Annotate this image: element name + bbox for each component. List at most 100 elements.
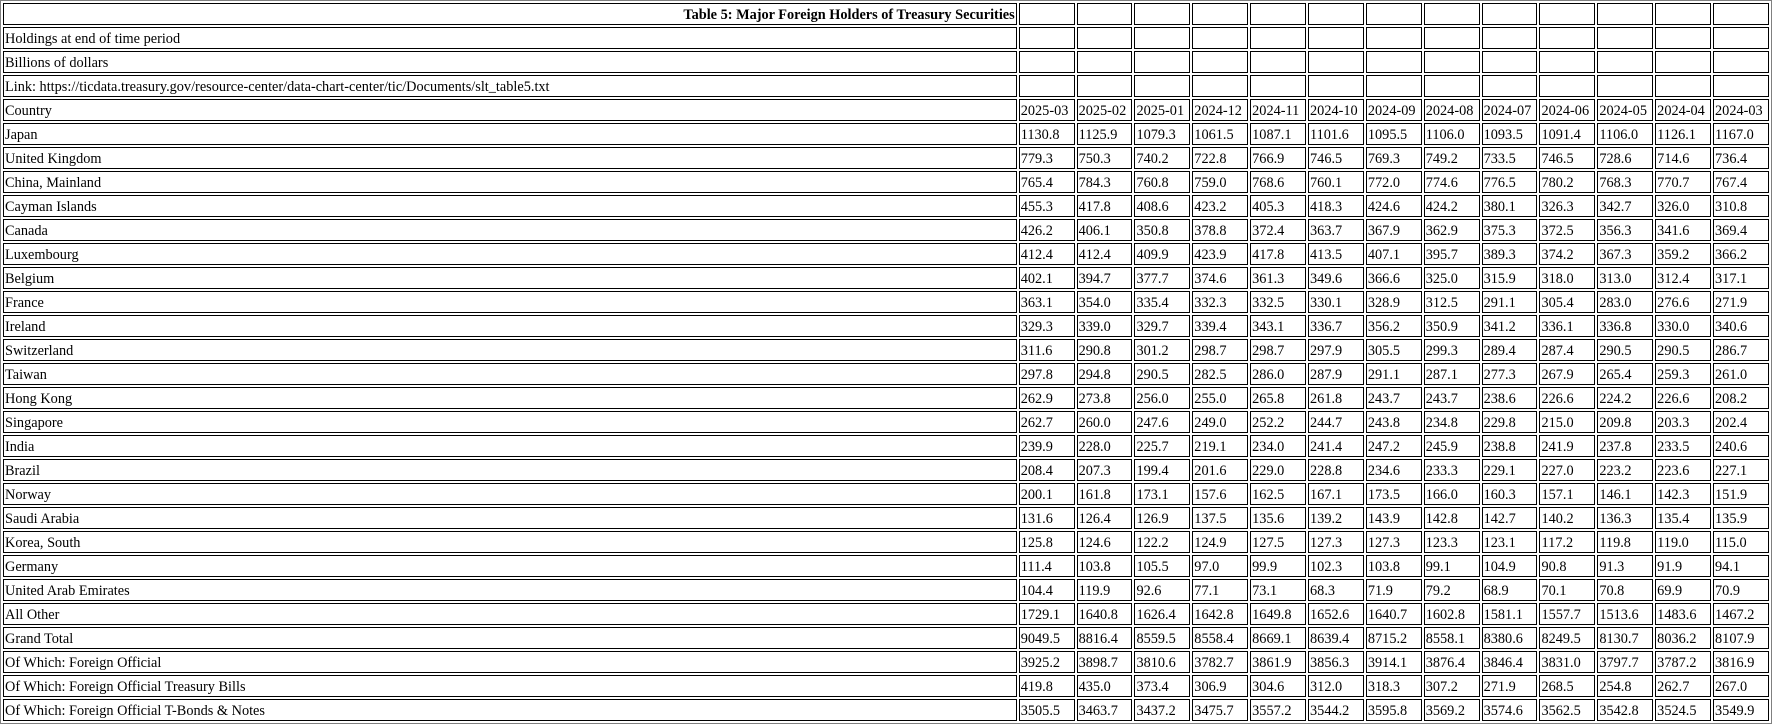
- empty-cell: [1539, 27, 1596, 49]
- table-cell-value: 3876.4: [1423, 651, 1480, 673]
- table-cell-value: 423.2: [1192, 195, 1249, 217]
- empty-cell: [1365, 27, 1422, 49]
- table-cell-value: 262.7: [1655, 675, 1712, 697]
- table-cell-value: 207.3: [1076, 459, 1133, 481]
- table-cell-value: 1581.1: [1481, 603, 1538, 625]
- table-cell-value: 343.1: [1250, 315, 1307, 337]
- table-cell-value: 318.0: [1539, 267, 1596, 289]
- table-cell-value: 1642.8: [1192, 603, 1249, 625]
- note-units: Billions of dollars: [3, 51, 1017, 73]
- empty-cell: [1423, 27, 1480, 49]
- table-cell-value: 282.5: [1192, 363, 1249, 385]
- table-cell-value: 8380.6: [1481, 627, 1538, 649]
- table-cell-value: 335.4: [1134, 291, 1191, 313]
- table-cell-value: 131.6: [1018, 507, 1075, 529]
- empty-cell: [1076, 3, 1133, 25]
- table-cell-value: 765.4: [1018, 171, 1075, 193]
- table-cell-value: 261.0: [1713, 363, 1769, 385]
- table-cell-value: 412.4: [1018, 243, 1075, 265]
- empty-cell: [1250, 75, 1307, 97]
- table-cell-value: 412.4: [1076, 243, 1133, 265]
- table-cell-value: 8639.4: [1308, 627, 1364, 649]
- table-cell-value: 1130.8: [1018, 123, 1075, 145]
- table-cell-value: 69.9: [1655, 579, 1712, 601]
- table-cell-value: 367.3: [1597, 243, 1654, 265]
- table-cell-value: 135.6: [1250, 507, 1307, 529]
- table-cell-value: 341.6: [1655, 219, 1712, 241]
- table-cell-value: 201.6: [1192, 459, 1249, 481]
- table-cell-value: 70.9: [1713, 579, 1769, 601]
- table-cell-value: 290.5: [1597, 339, 1654, 361]
- table-cell-value: 3797.7: [1597, 651, 1654, 673]
- table-cell-value: 722.8: [1192, 147, 1249, 169]
- row-label-country: Luxembourg: [3, 243, 1017, 265]
- table-cell-value: 312.0: [1308, 675, 1364, 697]
- table-row: Switzerland 311.6 290.8 301.2 298.7 298.7 297.…: [3, 339, 1769, 361]
- table-cell-value: 350.9: [1423, 315, 1480, 337]
- table-cell-value: 209.8: [1597, 411, 1654, 433]
- column-header-period: 2025-03: [1018, 99, 1075, 121]
- empty-cell: [1134, 51, 1191, 73]
- table-cell-value: 318.3: [1365, 675, 1422, 697]
- table-cell-value: 354.0: [1076, 291, 1133, 313]
- table-cell-value: 3524.5: [1655, 699, 1712, 721]
- table-cell-value: 239.9: [1018, 435, 1075, 457]
- empty-cell: [1018, 3, 1075, 25]
- table-cell-value: 3914.1: [1365, 651, 1422, 673]
- table-cell-value: 241.4: [1308, 435, 1364, 457]
- table-cell-value: 776.5: [1481, 171, 1538, 193]
- table-cell-value: 139.2: [1308, 507, 1364, 529]
- empty-cell: [1308, 27, 1364, 49]
- table-cell-value: 260.0: [1076, 411, 1133, 433]
- table-cell-value: 238.8: [1481, 435, 1538, 457]
- table-cell-value: 124.6: [1076, 531, 1133, 553]
- table-cell-value: 161.8: [1076, 483, 1133, 505]
- table-cell-value: 233.5: [1655, 435, 1712, 457]
- table-cell-value: 3846.4: [1481, 651, 1538, 673]
- table-cell-value: 329.3: [1018, 315, 1075, 337]
- table-cell-value: 166.0: [1423, 483, 1480, 505]
- table-body: Table 5: Major Foreign Holders of Treasu…: [3, 3, 1769, 721]
- table-cell-value: 142.3: [1655, 483, 1712, 505]
- table-cell-value: 247.2: [1365, 435, 1422, 457]
- table-cell-value: 299.3: [1423, 339, 1480, 361]
- table-title: Table 5: Major Foreign Holders of Treasu…: [3, 3, 1017, 25]
- table-cell-value: 142.8: [1423, 507, 1480, 529]
- row-label-country: India: [3, 435, 1017, 457]
- empty-cell: [1076, 51, 1133, 73]
- row-label-country: Of Which: Foreign Official T-Bonds & Not…: [3, 699, 1017, 721]
- table-cell-value: 1061.5: [1192, 123, 1249, 145]
- table-cell-value: 1729.1: [1018, 603, 1075, 625]
- table-cell-value: 119.8: [1597, 531, 1654, 553]
- empty-cell: [1308, 51, 1364, 73]
- table-cell-value: 374.6: [1192, 267, 1249, 289]
- table-cell-value: 273.8: [1076, 387, 1133, 409]
- empty-cell: [1018, 27, 1075, 49]
- table-cell-value: 435.0: [1076, 675, 1133, 697]
- table-cell-value: 297.8: [1018, 363, 1075, 385]
- table-cell-value: 3595.8: [1365, 699, 1422, 721]
- table-cell-value: 330.0: [1655, 315, 1712, 337]
- table-cell-value: 784.3: [1076, 171, 1133, 193]
- table-cell-value: 119.9: [1076, 579, 1133, 601]
- table-cell-value: 372.5: [1539, 219, 1596, 241]
- table-cell-value: 455.3: [1018, 195, 1075, 217]
- table-cell-value: 406.1: [1076, 219, 1133, 241]
- row-label-country: Japan: [3, 123, 1017, 145]
- table-cell-value: 68.3: [1308, 579, 1364, 601]
- table-cell-value: 252.2: [1250, 411, 1307, 433]
- note-link: Link: https://ticdata.treasury.gov/resou…: [3, 75, 1017, 97]
- table-cell-value: 770.7: [1655, 171, 1712, 193]
- table-cell-value: 224.2: [1597, 387, 1654, 409]
- table-row: All Other 1729.1 1640.8 1626.4 1642.8 1649.8 1…: [3, 603, 1769, 625]
- table-cell-value: 780.2: [1539, 171, 1596, 193]
- table-cell-value: 395.7: [1423, 243, 1480, 265]
- empty-cell: [1481, 75, 1538, 97]
- table-cell-value: 234.8: [1423, 411, 1480, 433]
- empty-cell: [1597, 27, 1654, 49]
- empty-cell: [1481, 3, 1538, 25]
- table-row: Germany 111.4 103.8 105.5 97.0 99.9 102.3 103.8…: [3, 555, 1769, 577]
- table-cell-value: 419.8: [1018, 675, 1075, 697]
- table-cell-value: 363.1: [1018, 291, 1075, 313]
- table-cell-value: 736.4: [1713, 147, 1769, 169]
